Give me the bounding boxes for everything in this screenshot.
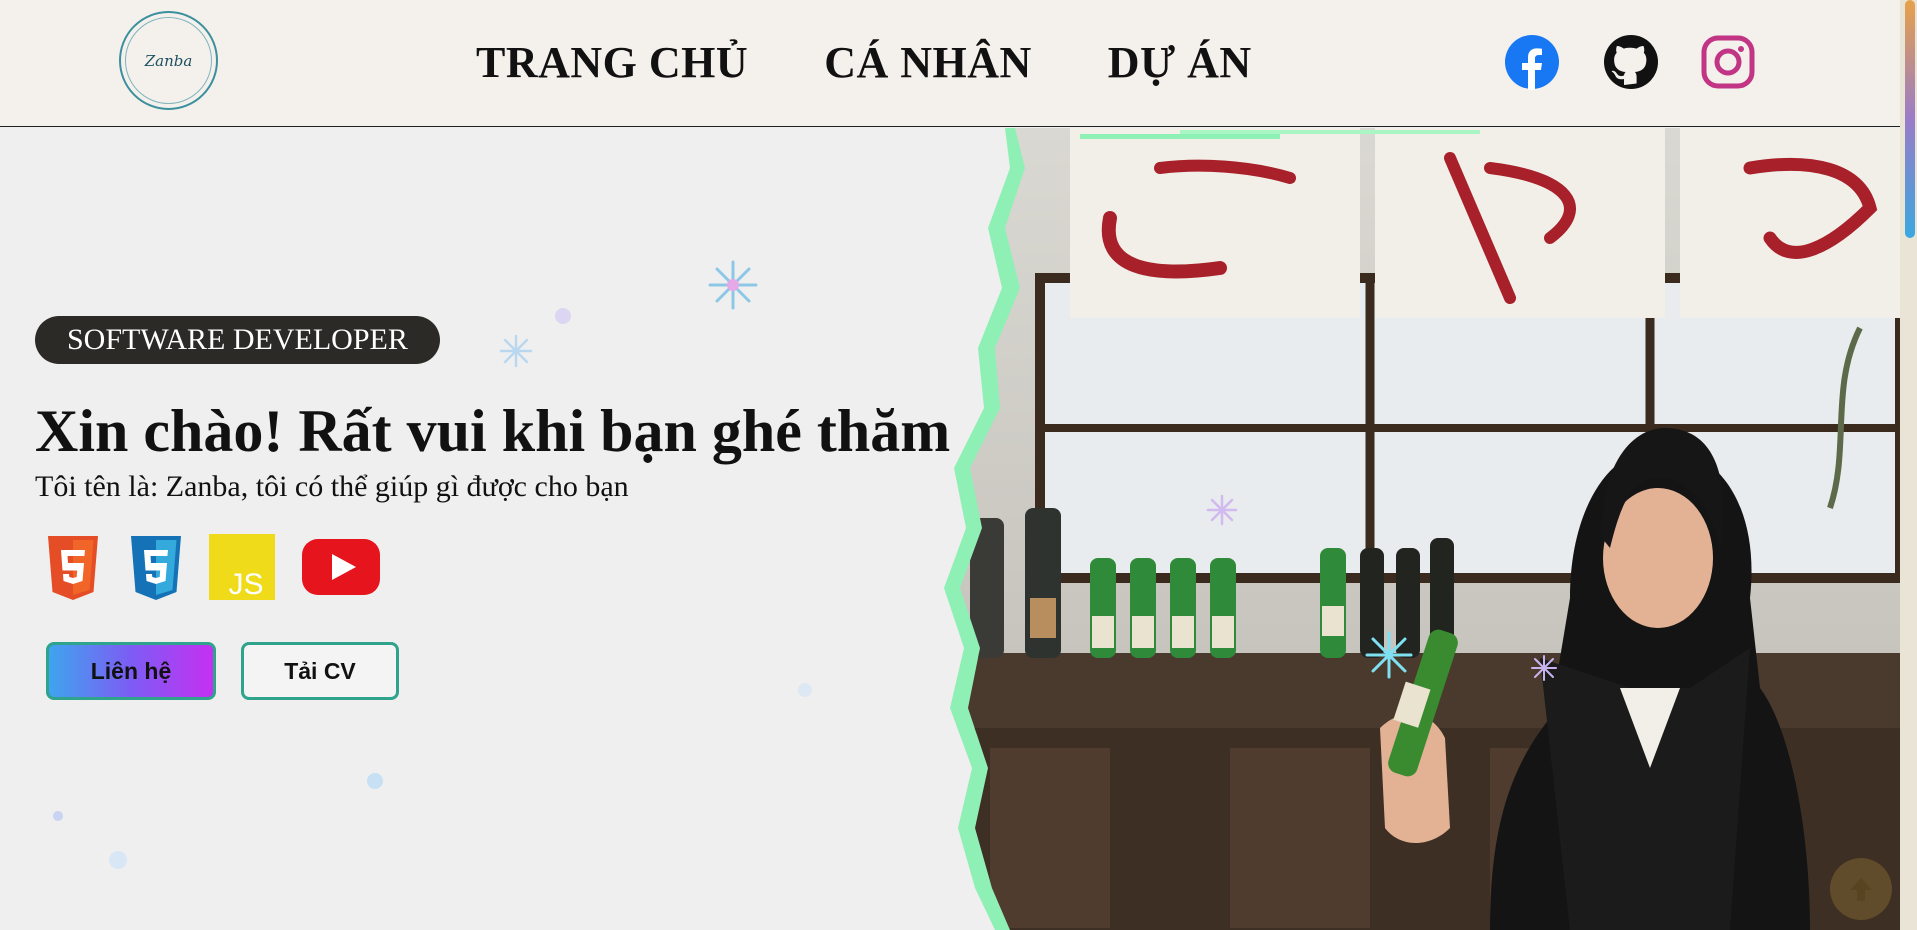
snowflake-dot xyxy=(109,851,127,869)
github-icon[interactable] xyxy=(1603,34,1659,90)
css3-icon xyxy=(128,534,184,607)
youtube-icon xyxy=(301,538,381,601)
snowflake-dot xyxy=(798,683,812,697)
main-nav: TRANG CHỦ CÁ NHÂN DỰ ÁN xyxy=(476,36,1252,90)
facebook-icon[interactable] xyxy=(1504,34,1560,90)
snowflake-dot xyxy=(367,773,383,789)
snowflake-dot xyxy=(53,811,63,821)
html5-icon xyxy=(45,534,101,607)
svg-text:JS: JS xyxy=(228,568,263,600)
instagram-icon[interactable] xyxy=(1700,34,1756,90)
snowflake-icon xyxy=(1531,655,1557,681)
snowflake-icon xyxy=(1365,631,1413,679)
download-cv-button[interactable]: Tải CV xyxy=(241,642,399,700)
arrow-up-icon xyxy=(1850,878,1872,901)
contact-button[interactable]: Liên hệ xyxy=(46,642,216,700)
nav-link-projects[interactable]: DỰ ÁN xyxy=(1108,36,1252,90)
snowflake-icon xyxy=(499,334,533,368)
back-to-top-button[interactable] xyxy=(1830,858,1892,920)
scrollbar-thumb[interactable] xyxy=(1905,0,1915,238)
hero-title: Xin chào! Rất vui khi bạn ghé thăm xyxy=(35,398,951,464)
page-scrollbar[interactable] xyxy=(1900,0,1917,930)
nav-link-home[interactable]: TRANG CHỦ xyxy=(476,36,748,90)
site-header: Zanba TRANG CHỦ CÁ NHÂN DỰ ÁN xyxy=(0,0,1900,127)
hero-photo xyxy=(930,128,1900,930)
nav-link-about[interactable]: CÁ NHÂN xyxy=(824,36,1032,90)
logo-text: Zanba xyxy=(144,51,193,70)
role-badge: SOFTWARE DEVELOPER xyxy=(35,316,440,364)
snowflake-icon xyxy=(708,260,758,310)
site-logo[interactable]: Zanba xyxy=(119,11,218,110)
snowflake-icon xyxy=(1206,494,1238,526)
javascript-icon: JS xyxy=(209,534,275,605)
hero-subtitle: Tôi tên là: Zanba, tôi có thể giúp gì đư… xyxy=(35,470,629,503)
snowflake-dot xyxy=(555,308,571,324)
